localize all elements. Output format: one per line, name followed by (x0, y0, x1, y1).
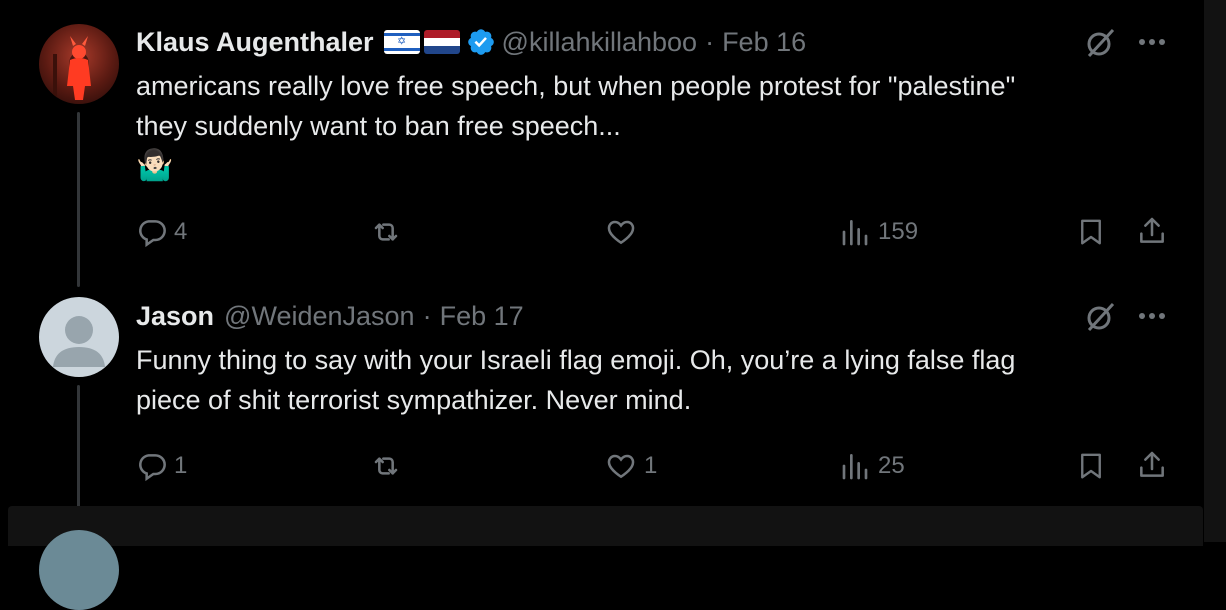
grok-icon[interactable] (1083, 300, 1117, 339)
share-icon (1140, 451, 1164, 477)
avatar[interactable] (39, 24, 119, 104)
reply-button[interactable]: 1 (136, 450, 187, 482)
verified-badge-icon[interactable] (466, 27, 496, 57)
tweet-date[interactable]: Feb 16 (722, 27, 806, 58)
tweet-text-line: piece of shit terrorist sympathizer. Nev… (136, 385, 692, 415)
tweet-text-line: Funny thing to say with your Israeli fla… (136, 345, 1016, 375)
user-handle[interactable]: @killahkillahboo (502, 27, 698, 58)
thread-line (77, 112, 80, 287)
separator-dot: · (705, 26, 715, 57)
more-icon[interactable] (1137, 304, 1167, 333)
heart-icon (607, 220, 635, 245)
like-count: 1 (644, 452, 658, 479)
bookmark-icon (1081, 219, 1101, 245)
grok-icon[interactable] (1083, 26, 1117, 65)
share-button[interactable] (1136, 448, 1168, 482)
avatar[interactable] (39, 530, 119, 610)
repost-icon (374, 223, 398, 241)
scroll-edge (1204, 0, 1226, 542)
display-name[interactable]: Jason (136, 301, 214, 332)
avatar[interactable] (39, 297, 119, 377)
bookmark-icon (1081, 453, 1101, 479)
views-icon (842, 220, 868, 246)
netherlands-flag-icon (423, 30, 460, 54)
bookmark-button[interactable] (1076, 216, 1106, 248)
reply-count: 1 (174, 452, 188, 479)
views-icon (842, 454, 868, 480)
user-handle[interactable]: @WeidenJason (224, 301, 415, 332)
tweet-date[interactable]: Feb 17 (440, 301, 524, 332)
like-button[interactable]: 1 (604, 450, 657, 482)
next-tweet-card[interactable] (8, 506, 1203, 546)
tweet-header: Klaus Augenthaler ✡ @killahkillahboo · F… (136, 24, 806, 60)
tweet-header: Jason @WeidenJason · Feb 17 (136, 298, 524, 334)
separator-dot: · (422, 300, 432, 331)
reply-icon (139, 454, 166, 482)
reply-count: 4 (174, 218, 188, 245)
israel-flag-icon: ✡ (383, 30, 420, 54)
tweet-text-line: they suddenly want to ban free speech... (136, 111, 621, 141)
views-button[interactable]: 159 (840, 216, 918, 248)
reply-button[interactable]: 4 (136, 216, 187, 248)
views-count: 25 (878, 452, 905, 479)
heart-icon (607, 454, 635, 479)
repost-button[interactable] (368, 450, 404, 482)
tweet-text-line: americans really love free speech, but w… (136, 71, 1016, 101)
share-button[interactable] (1136, 214, 1168, 248)
reply-icon (139, 220, 166, 248)
display-name[interactable]: Klaus Augenthaler (136, 27, 374, 58)
more-icon[interactable] (1137, 30, 1167, 59)
like-button[interactable] (604, 216, 638, 248)
repost-icon (374, 457, 398, 475)
views-button[interactable]: 25 (840, 450, 905, 482)
share-icon (1140, 217, 1164, 243)
views-count: 159 (878, 218, 919, 245)
tweet-text: americans really love free speech, but w… (136, 66, 1015, 186)
tweet-text: Funny thing to say with your Israeli fla… (136, 340, 1015, 420)
repost-button[interactable] (368, 216, 404, 248)
bookmark-button[interactable] (1076, 450, 1106, 482)
thread-line (77, 385, 80, 510)
shrug-emoji: 🤷🏻‍♂️ (136, 149, 174, 182)
